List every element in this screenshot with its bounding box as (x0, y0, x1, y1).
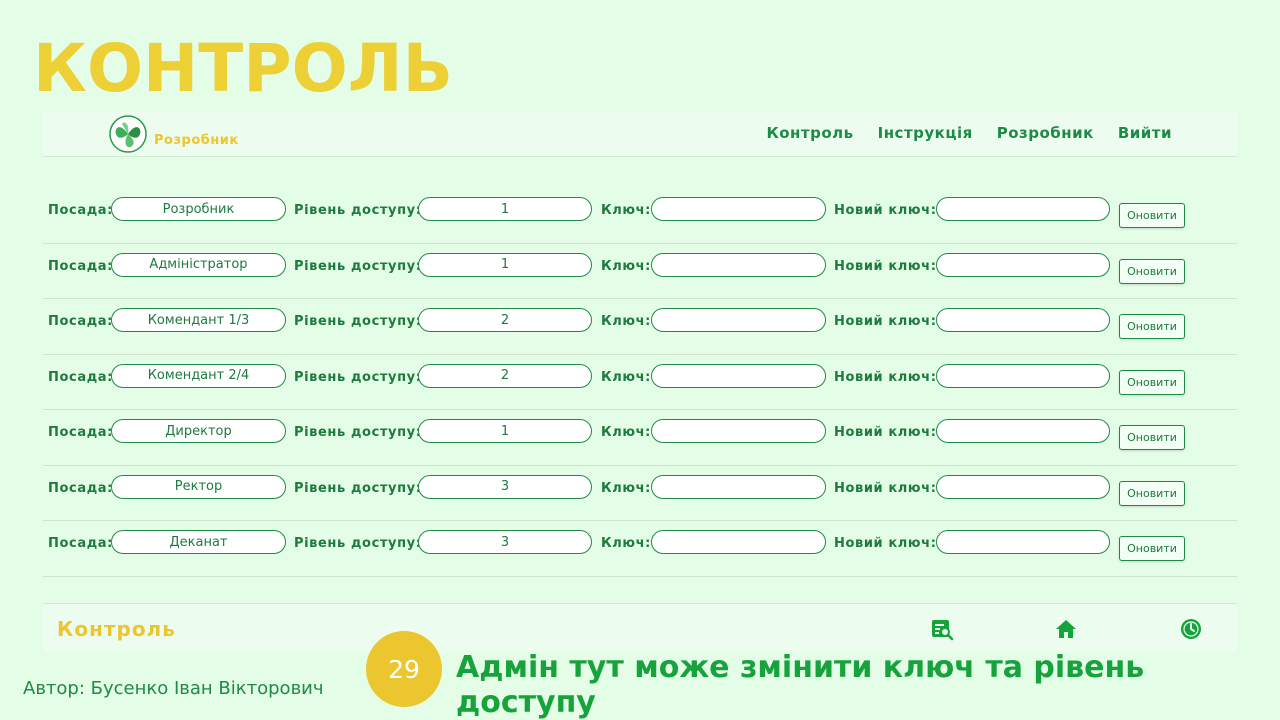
new-key-input[interactable] (936, 252, 1110, 277)
access-level-label: Рівень доступу: (294, 425, 422, 440)
position-label: Посада: (48, 314, 113, 329)
key-label: Ключ: (601, 480, 651, 496)
key-label: Ключ: (601, 425, 651, 440)
update-button[interactable]: Оновити (1119, 480, 1185, 506)
position-input[interactable] (111, 530, 286, 554)
update-button[interactable]: Оновити (1119, 258, 1185, 284)
new-key-label: Новий ключ: (834, 369, 937, 385)
new-key-input[interactable] (936, 419, 1110, 443)
access-level-input[interactable] (418, 363, 592, 388)
brand[interactable]: Розробник (108, 114, 239, 154)
update-button[interactable]: Оновити (1119, 425, 1185, 450)
position-label: Посада: (48, 369, 113, 385)
update-button[interactable]: Оновити (1119, 203, 1185, 228)
new-key-input[interactable] (936, 474, 1110, 499)
nav-link-developer[interactable]: Розробник (997, 124, 1094, 142)
navbar: Розробник Контроль Інструкція Розробник … (43, 112, 1237, 157)
brand-name: Розробник (154, 133, 239, 148)
position-label: Посада: (48, 258, 113, 274)
clock-icon[interactable] (1179, 617, 1203, 641)
access-level-label: Рівень доступу: (294, 536, 422, 551)
key-label: Ключ: (601, 369, 651, 385)
footer-bar: Контроль (43, 603, 1237, 652)
access-row: Посада: Рівень доступу: Ключ: Новий ключ… (43, 299, 1237, 355)
logo-icon (109, 115, 147, 153)
position-input[interactable] (111, 197, 286, 221)
access-level-label: Рівень доступу: (294, 314, 422, 329)
access-rows: Посада: Рівень доступу: Ключ: Новий ключ… (43, 188, 1237, 577)
new-key-label: Новий ключ: (834, 425, 937, 440)
footer-title[interactable]: Контроль (57, 617, 176, 641)
nav-link-instruction[interactable]: Інструкція (878, 124, 973, 142)
access-level-input[interactable] (418, 197, 592, 221)
nav-link-logout[interactable]: Вийти (1118, 124, 1172, 142)
position-input[interactable] (111, 308, 286, 332)
position-label: Посада: (48, 203, 113, 218)
access-row: Посада: Рівень доступу: Ключ: Новий ключ… (43, 466, 1237, 521)
access-level-input[interactable] (418, 252, 592, 277)
new-key-input[interactable] (936, 530, 1110, 554)
access-level-input[interactable] (418, 474, 592, 499)
key-label: Ключ: (601, 536, 651, 551)
key-input[interactable] (651, 363, 826, 388)
key-input[interactable] (651, 197, 826, 221)
key-label: Ключ: (601, 314, 651, 329)
key-input[interactable] (651, 308, 826, 332)
nav-link-control[interactable]: Контроль (766, 124, 853, 142)
update-button[interactable]: Оновити (1119, 369, 1185, 395)
position-label: Посада: (48, 425, 113, 440)
new-key-input[interactable] (936, 363, 1110, 388)
new-key-label: Новий ключ: (834, 203, 937, 218)
new-key-label: Новий ключ: (834, 258, 937, 274)
search-list-icon[interactable] (930, 617, 954, 641)
page-number: 29 (388, 654, 420, 684)
key-label: Ключ: (601, 258, 651, 274)
key-label: Ключ: (601, 203, 651, 218)
access-row: Посада: Рівень доступу: Ключ: Новий ключ… (43, 244, 1237, 299)
update-button[interactable]: Оновити (1119, 536, 1185, 561)
access-level-label: Рівень доступу: (294, 480, 422, 496)
key-input[interactable] (651, 474, 826, 499)
access-row: Посада: Рівень доступу: Ключ: Новий ключ… (43, 410, 1237, 466)
access-level-input[interactable] (418, 530, 592, 554)
position-input[interactable] (111, 363, 286, 388)
access-level-label: Рівень доступу: (294, 203, 422, 218)
position-input[interactable] (111, 252, 286, 277)
access-level-input[interactable] (418, 308, 592, 332)
access-level-input[interactable] (418, 419, 592, 443)
new-key-label: Новий ключ: (834, 314, 937, 329)
position-input[interactable] (111, 474, 286, 499)
slide-caption: Адмін тут може змінити ключ та рівень до… (456, 650, 1145, 720)
slide-title: КОНТРОЛЬ (33, 30, 453, 107)
access-row: Посада: Рівень доступу: Ключ: Новий ключ… (43, 188, 1237, 244)
home-icon[interactable] (1054, 617, 1078, 641)
access-row: Посада: Рівень доступу: Ключ: Новий ключ… (43, 521, 1237, 577)
key-input[interactable] (651, 419, 826, 443)
update-button[interactable]: Оновити (1119, 314, 1185, 339)
new-key-input[interactable] (936, 308, 1110, 332)
position-label: Посада: (48, 536, 113, 551)
new-key-label: Новий ключ: (834, 480, 937, 496)
nav-links: Контроль Інструкція Розробник Вийти (766, 124, 1172, 142)
access-level-label: Рівень доступу: (294, 369, 422, 385)
position-label: Посада: (48, 480, 113, 496)
position-input[interactable] (111, 419, 286, 443)
page-number-badge: 29 (366, 631, 442, 707)
key-input[interactable] (651, 530, 826, 554)
new-key-input[interactable] (936, 197, 1110, 221)
new-key-label: Новий ключ: (834, 536, 937, 551)
access-row: Посада: Рівень доступу: Ключ: Новий ключ… (43, 355, 1237, 410)
access-level-label: Рівень доступу: (294, 258, 422, 274)
author-credit: Автор: Бусенко Іван Вікторович (23, 678, 324, 699)
key-input[interactable] (651, 252, 826, 277)
